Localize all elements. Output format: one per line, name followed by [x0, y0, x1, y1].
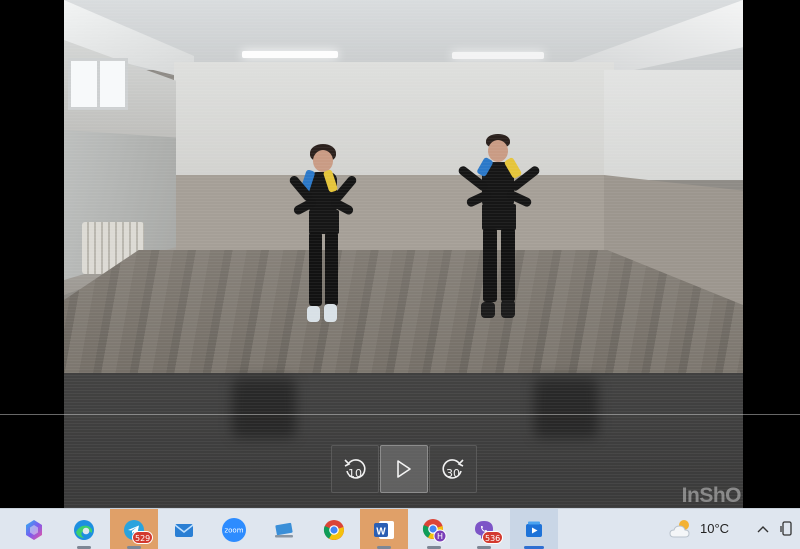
taskbar-chrome-profile[interactable]: H [410, 509, 458, 549]
floor-shade [64, 250, 743, 375]
ceiling-light [242, 51, 338, 58]
dancer-reflection [534, 378, 598, 438]
seek-bar[interactable] [0, 414, 800, 415]
media-player-icon [526, 521, 542, 537]
taskbar-mail[interactable] [160, 509, 208, 549]
media-player-window: InShO 10 30 529 zoom W H 536 10°C [0, 0, 800, 549]
play-button[interactable] [380, 445, 428, 493]
edge-icon [74, 519, 94, 540]
chevron-up-icon [757, 525, 769, 532]
cloudy-weather-icon [669, 519, 690, 537]
skip-forward-label: 30 [446, 467, 460, 480]
taskbar-media-player[interactable] [510, 509, 558, 549]
chrome-profile-icon: H [422, 518, 447, 542]
weather-widget[interactable]: 10°C [668, 508, 729, 549]
taskbar-copilot[interactable] [10, 509, 58, 549]
skip-forward-button[interactable]: 30 [429, 445, 477, 493]
telegram-badge: 529 [132, 531, 154, 544]
chrome-profile-letter: H [437, 532, 443, 541]
taskbar-viber[interactable]: 536 [460, 509, 508, 549]
inshot-watermark: InShO [681, 484, 742, 507]
weather-temperature: 10°C [700, 521, 730, 536]
taskbar-chrome[interactable] [310, 509, 358, 549]
mail-icon [174, 523, 194, 537]
taskbar-word[interactable]: W [360, 509, 408, 549]
copilot-icon [26, 519, 42, 540]
zoom-logo-text: zoom [224, 526, 243, 534]
skip-back-label: 10 [348, 467, 362, 480]
skip-back-button[interactable]: 10 [331, 445, 379, 493]
tray-overflow-button[interactable] [752, 508, 774, 549]
zoom-icon: zoom [222, 517, 246, 542]
taskbar-zoom[interactable]: zoom [210, 509, 258, 549]
ceiling-light [452, 52, 544, 59]
tray-device-button[interactable] [776, 508, 798, 549]
play-icon [397, 460, 411, 478]
pc-icon [275, 522, 293, 537]
dancer-right [454, 134, 544, 320]
taskbar-edge[interactable] [60, 509, 108, 549]
room-window [68, 58, 128, 110]
taskbar-this-pc[interactable] [260, 509, 308, 549]
word-icon: W [374, 520, 394, 539]
back-wall-lower [174, 175, 614, 255]
word-logo-letter: W [376, 526, 386, 537]
dancer-reflection [232, 378, 296, 438]
viber-badge: 536 [482, 531, 504, 544]
video-frame[interactable]: InShO [64, 0, 743, 508]
dancer-left [282, 144, 364, 324]
chrome-icon [323, 519, 344, 540]
device-icon [780, 520, 792, 536]
back-wall [174, 62, 614, 177]
taskbar-telegram[interactable]: 529 [110, 509, 158, 549]
right-wall [604, 70, 743, 180]
